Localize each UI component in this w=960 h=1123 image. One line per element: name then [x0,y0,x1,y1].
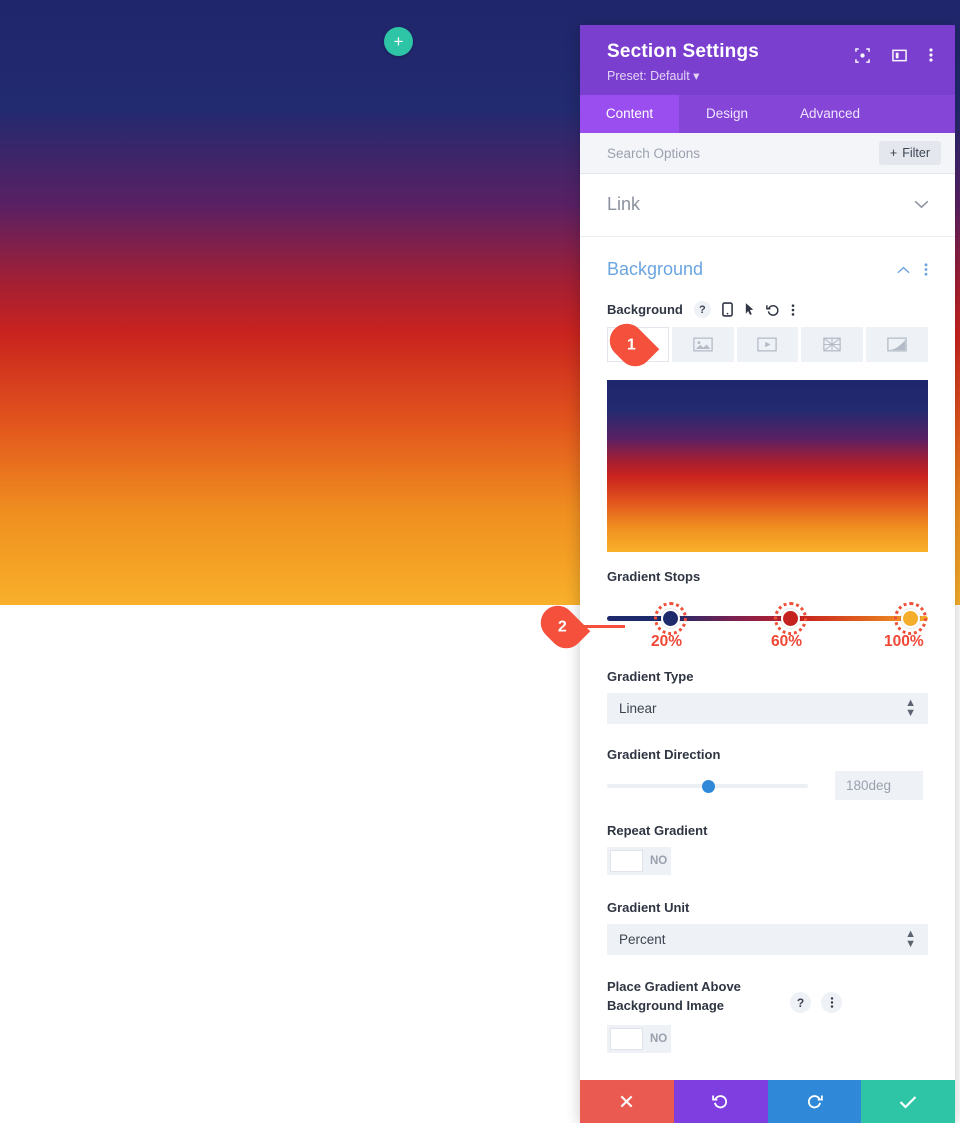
gradient-unit-field: Gradient Unit Percent ▲ ▼ [607,900,928,955]
reset-icon[interactable] [765,303,780,317]
callout-pointer-line [583,625,625,628]
place-gradient-label: Place Gradient Above Background Image [607,979,741,1013]
gradient-direction-field: Gradient Direction [607,747,928,800]
panel-action-bar [580,1080,955,1123]
accordion-link-label: Link [607,194,641,214]
filter-button[interactable]: + Filter [878,141,941,165]
filter-button-label: Filter [902,146,930,160]
help-icon[interactable]: ? [790,992,811,1013]
plus-icon: + [889,146,898,160]
add-section-button[interactable]: + [384,27,413,56]
tab-content[interactable]: Content [580,95,679,133]
gradient-direction-slider[interactable] [607,777,808,795]
help-icon[interactable]: ? [693,301,711,318]
callout-marker-2: 2 [533,598,625,656]
video-background-type-button[interactable] [736,327,799,362]
preset-selector[interactable]: Preset: Default ▾ [607,68,931,83]
background-field-label: Background [607,302,683,317]
gradient-type-select[interactable]: Linear ▲ ▼ [607,693,928,724]
repeat-gradient-field: Repeat Gradient NO [607,823,928,877]
pattern-background-type-button[interactable] [801,327,864,362]
gradient-stop-percent-2: 60% [771,633,803,650]
gradient-unit-select[interactable]: Percent ▲ ▼ [607,924,928,955]
more-options-icon[interactable] [791,303,795,317]
more-options-icon[interactable] [924,262,928,277]
accordion-background-label: Background [607,259,704,279]
background-field-label-row: Background ? [607,301,928,318]
panel-body: Link Background Background ? Gradient St… [580,174,955,1080]
redo-button[interactable] [767,1080,862,1123]
toggle-knob [610,1027,643,1050]
gradient-stop-handle-3[interactable] [901,609,920,628]
search-input[interactable] [607,145,837,161]
place-gradient-value: NO [650,1032,668,1045]
callout-number: 2 [557,618,567,635]
gradient-stop-percent-1: 20% [651,633,683,650]
place-gradient-toggle[interactable]: NO [607,1024,671,1053]
split-layout-icon[interactable] [892,48,907,63]
more-options-icon[interactable] [821,992,842,1013]
panel-tabs: Content Design Advanced [580,95,955,133]
undo-button[interactable] [673,1080,768,1123]
gradient-type-field: Gradient Type Linear ▲ ▼ [607,669,928,724]
repeat-gradient-value: NO [650,855,668,867]
toggle-knob [610,850,643,872]
gradient-direction-thumb[interactable] [702,779,715,793]
gradient-type-value: Linear [619,701,657,716]
close-button[interactable] [580,1080,674,1123]
gradient-preview[interactable] [607,380,928,552]
panel-header: Section Settings Preset: Default ▾ [580,25,955,95]
repeat-gradient-label: Repeat Gradient [607,823,708,838]
header-icon-group [855,47,933,63]
accordion-background-icons [897,262,928,277]
chevron-down-icon[interactable] [914,200,929,209]
gradient-type-label: Gradient Type [607,669,694,684]
gradient-unit-label: Gradient Unit [607,900,690,915]
accordion-link[interactable]: Link [580,174,955,237]
gradient-stop-handle-2[interactable] [781,609,800,628]
accordion-background-header[interactable]: Background [607,259,928,280]
place-gradient-field: Place Gradient Above Background Image ? [607,978,928,1055]
section-settings-panel: Section Settings Preset: Default ▾ Conte… [580,25,955,1123]
spinner-arrows-icon[interactable]: ▲ ▼ [905,928,916,950]
gradient-direction-input[interactable] [835,771,923,800]
undo-icon [712,1095,728,1109]
repeat-gradient-toggle[interactable]: NO [607,847,671,875]
redo-icon [807,1095,823,1109]
checkmark-icon [899,1095,917,1109]
focus-frame-icon[interactable] [855,47,870,63]
gradient-stop-percent-3: 100% [884,633,924,650]
callout-number: 1 [626,336,636,353]
callout-marker-1: 1 [602,316,660,374]
save-button[interactable] [861,1080,955,1123]
spinner-arrows-icon[interactable]: ▲ ▼ [905,697,916,719]
place-gradient-icons: ? [790,992,842,1013]
image-background-type-button[interactable] [671,327,734,362]
responsive-icon[interactable] [721,302,733,317]
hover-icon[interactable] [744,302,755,317]
gradient-stops-slider[interactable]: 20% 60% 100% [607,600,928,650]
tab-design[interactable]: Design [679,95,775,133]
close-icon [620,1095,633,1108]
gradient-stops-label: Gradient Stops [607,569,701,584]
chevron-up-icon[interactable] [897,266,910,274]
mask-background-type-button[interactable] [866,327,928,362]
search-bar: + Filter [580,133,955,174]
gradient-unit-value: Percent [619,932,666,947]
more-options-icon[interactable] [929,47,933,63]
plus-icon: + [393,32,404,51]
gradient-direction-label: Gradient Direction [607,747,721,762]
gradient-stop-handle-1[interactable] [661,609,680,628]
tab-advanced[interactable]: Advanced [775,95,885,133]
